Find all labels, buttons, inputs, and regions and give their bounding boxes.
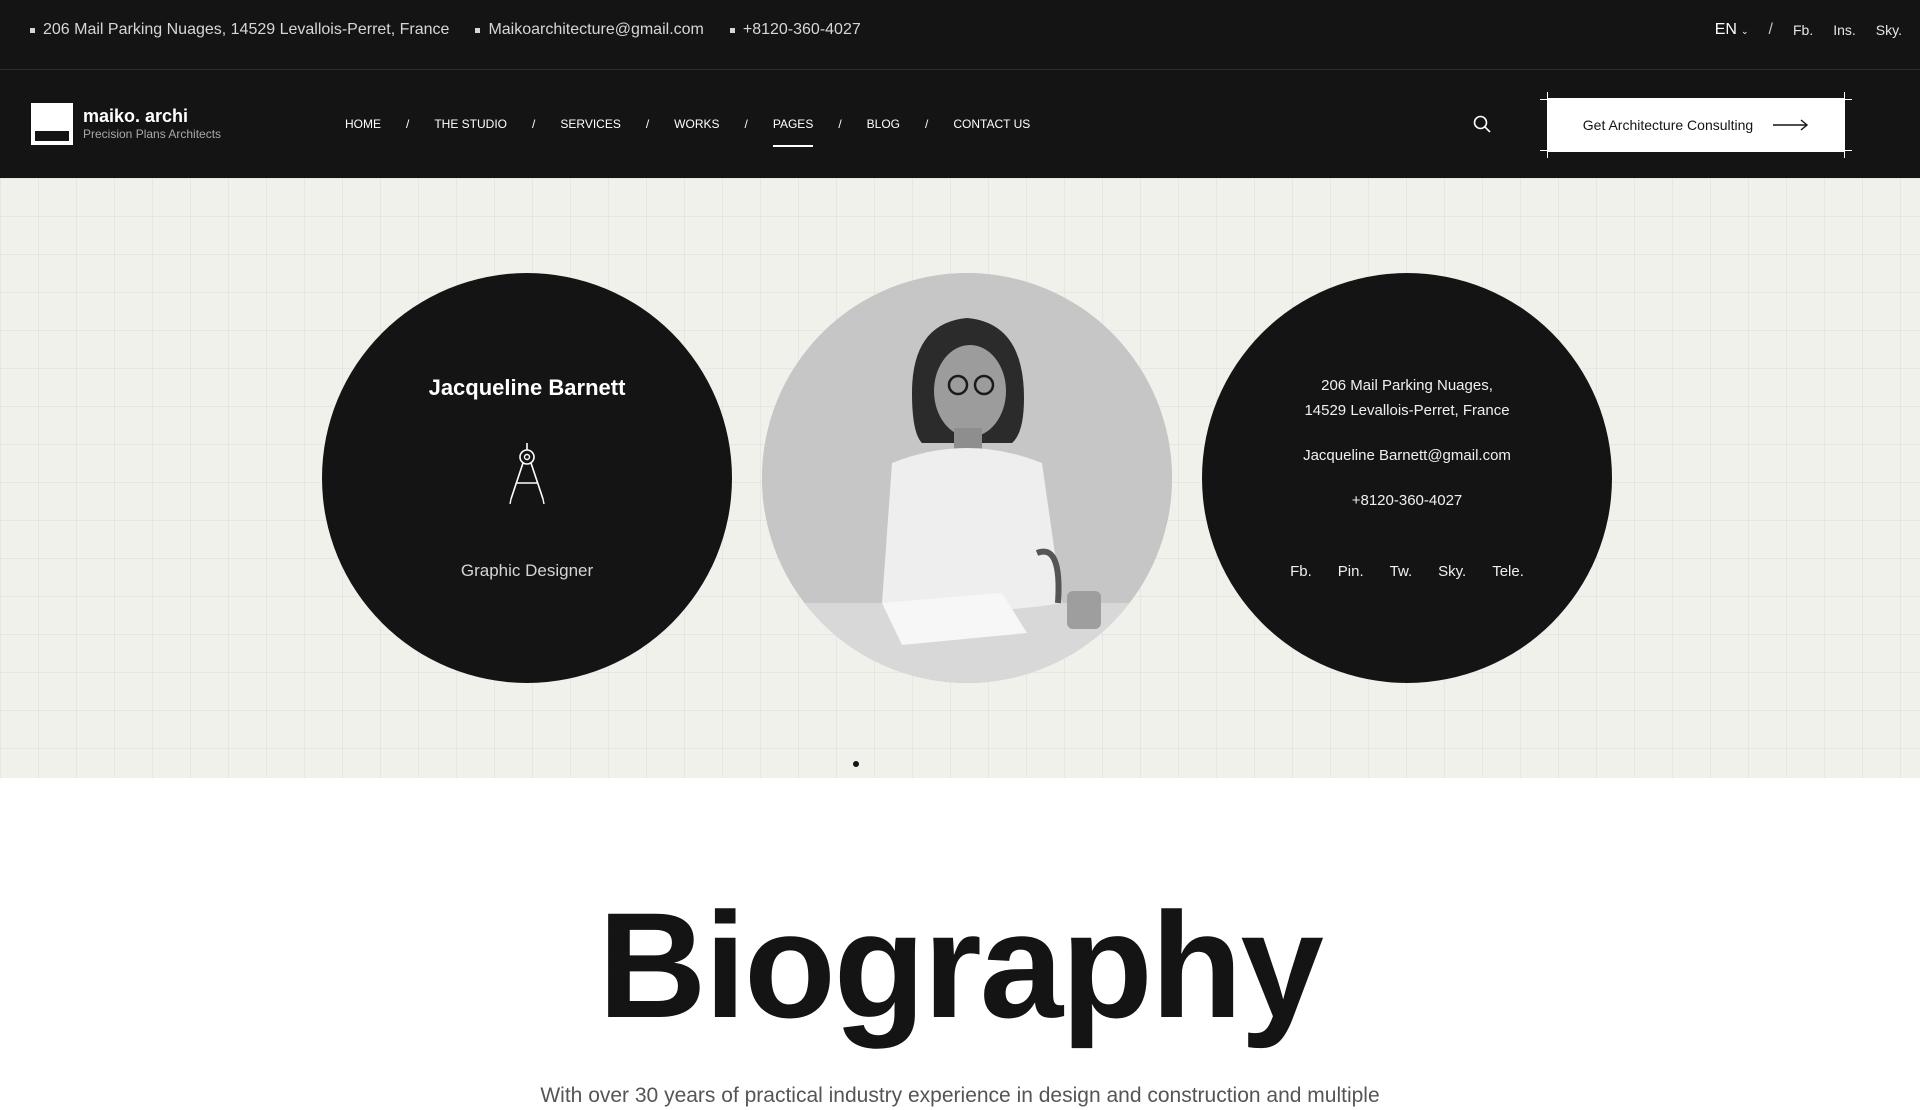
- nav-separator: /: [406, 117, 410, 131]
- bullet-icon: [475, 27, 481, 33]
- top-address: 206 Mail Parking Nuages, 14529 Levallois…: [30, 21, 449, 39]
- top-separator: /: [1768, 21, 1773, 38]
- nav-item-blog[interactable]: BLOG: [867, 109, 900, 139]
- top-contact-info: 206 Mail Parking Nuages, 14529 Levallois…: [30, 0, 861, 60]
- top-phone[interactable]: +8120-360-4027: [729, 21, 861, 39]
- top-email[interactable]: Maikoarchitecture@gmail.com: [475, 21, 704, 39]
- profile-social-skype[interactable]: Sky.: [1438, 563, 1466, 580]
- top-bar: 206 Mail Parking Nuages, 14529 Levallois…: [0, 0, 1920, 70]
- nav-item-services[interactable]: SERVICES: [560, 109, 620, 139]
- nav-item-contact-us[interactable]: CONTACT US: [953, 109, 1030, 139]
- brand-name[interactable]: maiko. archi: [83, 106, 221, 126]
- nav-menu: HOME / THE STUDIO / SERVICES / WORKS / P…: [345, 70, 1030, 178]
- nav-separator: /: [532, 117, 536, 131]
- profile-phone[interactable]: +8120-360-4027: [1202, 492, 1612, 509]
- biography-intro: With over 30 years of practical industry…: [540, 1084, 1380, 1107]
- chevron-down-icon[interactable]: ⌄: [1741, 26, 1749, 37]
- drafting-compass-icon: [509, 443, 545, 505]
- top-email-text[interactable]: Maikoarchitecture@gmail.com: [488, 21, 703, 39]
- top-address-text: 206 Mail Parking Nuages, 14529 Levallois…: [43, 21, 450, 38]
- profile-social-pinterest[interactable]: Pin.: [1338, 563, 1364, 580]
- top-right-links: EN ⌄ / Fb. Ins. Sky.: [1715, 0, 1902, 60]
- nav-item-pages[interactable]: PAGES: [772, 109, 814, 147]
- nav-item-the-studio[interactable]: THE STUDIO: [434, 109, 507, 139]
- profile-role: Graphic Designer: [460, 561, 594, 580]
- bullet-icon: [30, 27, 35, 33]
- search-icon[interactable]: [1472, 114, 1492, 134]
- logo-mark-icon[interactable]: [31, 103, 73, 145]
- brand-tagline: Precision Plans Architects: [83, 127, 222, 141]
- profile-social-twitter[interactable]: Tw.: [1390, 563, 1413, 580]
- nav-item-works[interactable]: WORKS: [674, 109, 719, 139]
- profile-name: Jacqueline Barnett: [428, 375, 626, 400]
- profile-name-card: Jacqueline Barnett Graphic Designer: [322, 273, 732, 683]
- brand-logo[interactable]: maiko. archi Precision Plans Architects: [31, 103, 221, 145]
- top-social-instagram[interactable]: Ins.: [1833, 22, 1856, 38]
- get-consulting-button[interactable]: Get Architecture Consulting: [1547, 98, 1845, 152]
- nav-item-home[interactable]: HOME: [345, 109, 381, 139]
- slider-pagination-dot[interactable]: [853, 761, 859, 767]
- language-label[interactable]: EN: [1715, 21, 1737, 39]
- brand-text[interactable]: maiko. archi Precision Plans Architects: [83, 106, 221, 142]
- profile-address-line2: 14529 Levallois-Perret, France: [1304, 402, 1510, 419]
- portrait-image: [762, 273, 1172, 683]
- profile-social-facebook[interactable]: Fb.: [1290, 563, 1312, 580]
- nav-separator: /: [838, 117, 842, 131]
- profile-email[interactable]: Jacqueline Barnett@gmail.com: [1202, 447, 1612, 464]
- top-phone-text[interactable]: +8120-360-4027: [743, 21, 861, 39]
- main-navbar: maiko. archi Precision Plans Architects …: [0, 70, 1920, 178]
- nav-separator: /: [744, 117, 748, 131]
- profile-socials: Fb. Pin. Tw. Sky. Tele.: [1202, 563, 1612, 580]
- nav-separator: /: [645, 117, 650, 131]
- profile-social-telegram[interactable]: Tele.: [1492, 563, 1524, 580]
- biography-heading: Biography: [598, 881, 1324, 1049]
- profile-address: 206 Mail Parking Nuages, 14529 Levallois…: [1202, 373, 1612, 423]
- top-social-skype[interactable]: Sky.: [1876, 22, 1902, 38]
- get-consulting-label[interactable]: Get Architecture Consulting: [1583, 117, 1753, 133]
- arrow-right-icon[interactable]: [1773, 119, 1809, 131]
- profile-section: Jacqueline Barnett Graphic Designer 206 …: [0, 178, 1920, 778]
- top-social-facebook[interactable]: Fb.: [1793, 22, 1813, 38]
- search-button[interactable]: [1472, 114, 1492, 134]
- nav-separator: /: [925, 117, 929, 131]
- language-selector[interactable]: EN ⌄: [1715, 21, 1749, 39]
- profile-contact-card: 206 Mail Parking Nuages, 14529 Levallois…: [1202, 273, 1612, 683]
- profile-photo: [762, 273, 1172, 683]
- profile-address-line1: 206 Mail Parking Nuages,: [1321, 377, 1493, 394]
- bullet-icon: [729, 27, 735, 33]
